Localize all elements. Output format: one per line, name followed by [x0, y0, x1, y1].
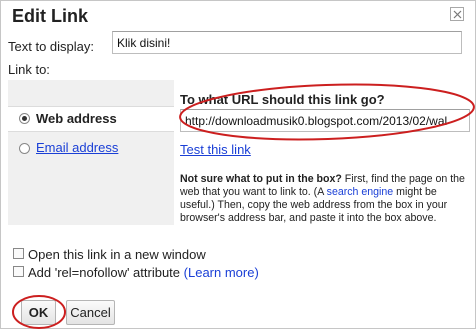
nofollow-row: Add 'rel=nofollow' attribute (Learn more…: [28, 265, 259, 280]
email-address-link[interactable]: Email address: [36, 140, 118, 155]
search-engine-link[interactable]: search engine: [327, 186, 394, 198]
url-question: To what URL should this link go?: [180, 92, 385, 107]
nofollow-checkbox[interactable]: [13, 266, 24, 277]
cancel-button[interactable]: Cancel: [66, 300, 115, 325]
ok-button[interactable]: OK: [21, 300, 56, 325]
close-button[interactable]: [450, 7, 464, 21]
new-window-checkbox[interactable]: [13, 248, 24, 259]
email-address-radio[interactable]: [19, 143, 30, 154]
test-this-link[interactable]: Test this link: [180, 142, 251, 157]
new-window-label[interactable]: Open this link in a new window: [28, 247, 206, 262]
url-input[interactable]: [180, 109, 470, 132]
text-to-display-input[interactable]: [112, 31, 462, 54]
learn-more-link[interactable]: (Learn more): [184, 265, 259, 280]
help-text: Not sure what to put in the box? First, …: [180, 173, 468, 225]
dialog-title: Edit Link: [12, 6, 88, 26]
web-address-radio[interactable]: [19, 113, 30, 124]
nofollow-label[interactable]: Add 'rel=nofollow' attribute: [28, 265, 180, 280]
link-to-label: Link to:: [8, 62, 50, 77]
help-heading: Not sure what to put in the box?: [180, 173, 342, 185]
close-x-icon: [453, 10, 462, 19]
web-address-label[interactable]: Web address: [36, 111, 117, 126]
text-to-display-label: Text to display:: [8, 38, 94, 54]
